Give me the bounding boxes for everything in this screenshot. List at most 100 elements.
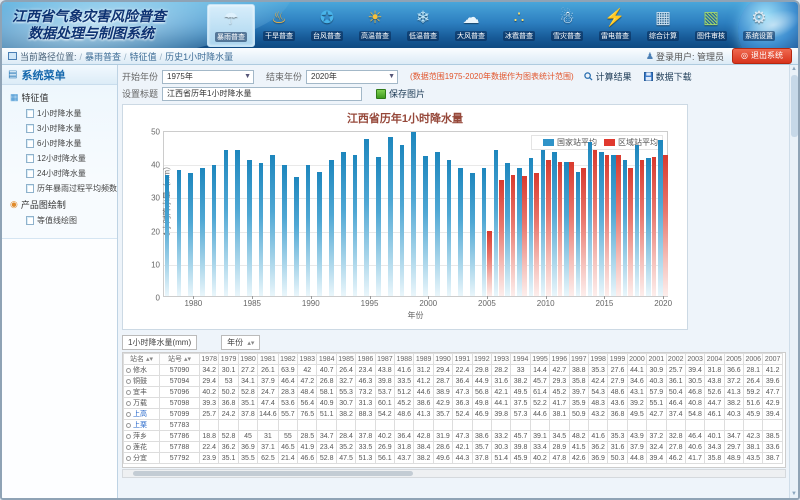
sidebar-item[interactable]: 等值线绘图 (8, 213, 117, 228)
value-cell (298, 420, 317, 431)
table-row[interactable]: 修水5709034.230.127.226.163.94240.726.423.… (124, 365, 783, 376)
logout-button[interactable]: ◎ 退出系统 (732, 48, 792, 64)
table-row[interactable]: 萍乡5778618.852.845315528.534.728.437.840.… (124, 431, 783, 442)
sidebar-item[interactable]: 24小时降水量 (8, 166, 117, 181)
year-column-header[interactable]: 1991 (453, 354, 472, 365)
download-button[interactable]: 数据下载 (644, 70, 692, 83)
station-name: 修水 (133, 367, 147, 374)
vscroll-thumb[interactable] (791, 75, 798, 137)
toolbar-item-system-settings[interactable]: ⚙系统设置 (735, 4, 783, 47)
row-radio[interactable] (126, 390, 131, 395)
toolbar-item-wind-survey[interactable]: ☁大风普查 (447, 4, 495, 47)
year-column-header[interactable]: 1992 (472, 354, 491, 365)
year-column-header[interactable]: 1996 (550, 354, 569, 365)
year-column-header[interactable]: 1982 (278, 354, 297, 365)
hscroll-thumb[interactable] (133, 471, 413, 476)
year-column-header[interactable]: 1989 (414, 354, 433, 365)
scroll-down-arrow[interactable]: ▼ (790, 491, 798, 497)
breadcrumb-item[interactable]: 暴雨普查 (85, 52, 121, 62)
table-row[interactable]: 万载5709839.336.835.147.453.656.440.930.73… (124, 398, 783, 409)
table-row[interactable]: 铜鼓5709429.45334.137.946.447.226.832.746.… (124, 376, 783, 387)
row-radio[interactable] (126, 379, 131, 384)
bar-regional-2012 (569, 162, 574, 296)
table-row[interactable]: 莲花5778822.436.236.937.146.541.923.435.23… (124, 442, 783, 453)
breadcrumb-item[interactable]: 历史1小时降水量 (165, 52, 233, 62)
value-cell: 43.6 (608, 398, 627, 409)
logout-label: 退出系统 (751, 50, 783, 61)
sidebar-group-0[interactable]: ▦特征值 (8, 89, 117, 106)
year-column-header[interactable]: 2000 (627, 354, 646, 365)
year-column-header[interactable]: 1993 (492, 354, 511, 365)
year-column-header[interactable]: 1984 (317, 354, 336, 365)
breadcrumb: /暴雨普查/特征值/历史1小时降水量 (77, 50, 234, 63)
year-column-header[interactable]: 2007 (763, 354, 782, 365)
sidebar-group-1[interactable]: ◉产品图绘制 (8, 196, 117, 213)
row-radio[interactable] (126, 445, 131, 450)
toolbar-item-snow-survey[interactable]: ☃雪灾普查 (543, 4, 591, 47)
value-cell: 38.1 (744, 442, 763, 453)
horizontal-scrollbar[interactable] (122, 469, 786, 478)
calculate-button[interactable]: 计算结果 (584, 70, 632, 83)
year-column-header[interactable]: 1997 (569, 354, 588, 365)
sidebar-item[interactable]: 12小时降水量 (8, 151, 117, 166)
year-column-header[interactable]: 1978 (200, 354, 219, 365)
sidebar-item[interactable]: 1小时降水量 (8, 106, 117, 121)
year-column-header[interactable]: 2001 (647, 354, 666, 365)
toolbar-item-typhoon-survey[interactable]: ✪台风普查 (303, 4, 351, 47)
row-radio[interactable] (126, 423, 131, 428)
vertical-scrollbar[interactable]: ▲ ▼ (789, 65, 798, 498)
toolbar-item-high-temp-survey[interactable]: ☀高温普查 (351, 4, 399, 47)
year-column-header[interactable]: 1980 (238, 354, 257, 365)
table-row[interactable]: 上高5709925.724.237.8144.655.776.551.138.2… (124, 409, 783, 420)
year-column-header[interactable]: 2005 (724, 354, 743, 365)
scroll-up-arrow[interactable]: ▲ (790, 66, 798, 72)
sidebar-item[interactable]: 6小时降水量 (8, 136, 117, 151)
end-year-select[interactable]: 2020年 ▼ (306, 70, 398, 84)
value-cell: 32.7 (336, 376, 355, 387)
row-radio[interactable] (126, 401, 131, 406)
toolbar-item-composite-calc[interactable]: ▦综合计算 (639, 4, 687, 47)
year-column-header[interactable]: 2006 (744, 354, 763, 365)
toolbar-item-rainstorm-survey[interactable]: ☂暴雨普查 (207, 4, 255, 47)
year-column-header[interactable]: 2002 (666, 354, 685, 365)
station-id-header[interactable]: 站号▴▾ (160, 354, 200, 365)
table-row[interactable]: 上栗57783 (124, 420, 783, 431)
toolbar-item-lightning-survey[interactable]: ⚡雷电普查 (591, 4, 639, 47)
table-row[interactable]: 分宜5779223.935.135.562.521.446.652.847.55… (124, 453, 783, 464)
sidebar-item[interactable]: 3小时降水量 (8, 121, 117, 136)
station-table-wrapper[interactable]: 站名▴▾站号▴▾19781979198019811982198319841985… (122, 352, 786, 468)
year-column-header[interactable]: 1981 (258, 354, 279, 365)
year-column-header[interactable]: 1994 (511, 354, 530, 365)
row-radio[interactable] (126, 434, 131, 439)
year-column-header[interactable]: 1995 (530, 354, 549, 365)
table-row[interactable]: 宜丰5709640.250.252.824.728.348.458.155.37… (124, 387, 783, 398)
year-column-header[interactable]: 1988 (395, 354, 414, 365)
end-year-value: 2020年 (311, 71, 337, 82)
year-column-header[interactable]: 1986 (356, 354, 375, 365)
sidebar-item[interactable]: 历年暴雨过程平均频数 (8, 181, 117, 196)
row-radio[interactable] (126, 456, 131, 461)
toolbar-item-map-review[interactable]: ▧图件审核 (687, 4, 735, 47)
chart-title-input[interactable]: 江西省历年1小时降水量 (162, 87, 362, 101)
toolbar-item-hail-survey[interactable]: ∴冰雹普查 (495, 4, 543, 47)
start-year-select[interactable]: 1975年 ▼ (162, 70, 254, 84)
row-radio[interactable] (126, 368, 131, 373)
year-column-header[interactable]: 1998 (588, 354, 607, 365)
row-radio[interactable] (126, 412, 131, 417)
year-column-header[interactable]: 1987 (375, 354, 394, 365)
year-column-header[interactable]: 1983 (298, 354, 317, 365)
station-name-header[interactable]: 站名▴▾ (124, 354, 160, 365)
toolbar-item-drought-survey[interactable]: ♨干旱普查 (255, 4, 303, 47)
breadcrumb-item[interactable]: 特征值 (130, 52, 157, 62)
year-column-header[interactable]: 1999 (608, 354, 627, 365)
save-image-button[interactable]: 保存图片 (376, 87, 425, 100)
year-sort-header[interactable]: 年份 ▴▾ (221, 335, 260, 350)
year-column-header[interactable]: 1990 (433, 354, 452, 365)
value-cell (356, 420, 375, 431)
toolbar-item-low-temp-survey[interactable]: ❄低温普查 (399, 4, 447, 47)
year-column-header[interactable]: 2003 (685, 354, 704, 365)
year-column-header[interactable]: 1985 (336, 354, 355, 365)
year-column-header[interactable]: 2004 (705, 354, 724, 365)
year-column-header[interactable]: 1979 (219, 354, 238, 365)
station-id: 57786 (160, 431, 200, 442)
